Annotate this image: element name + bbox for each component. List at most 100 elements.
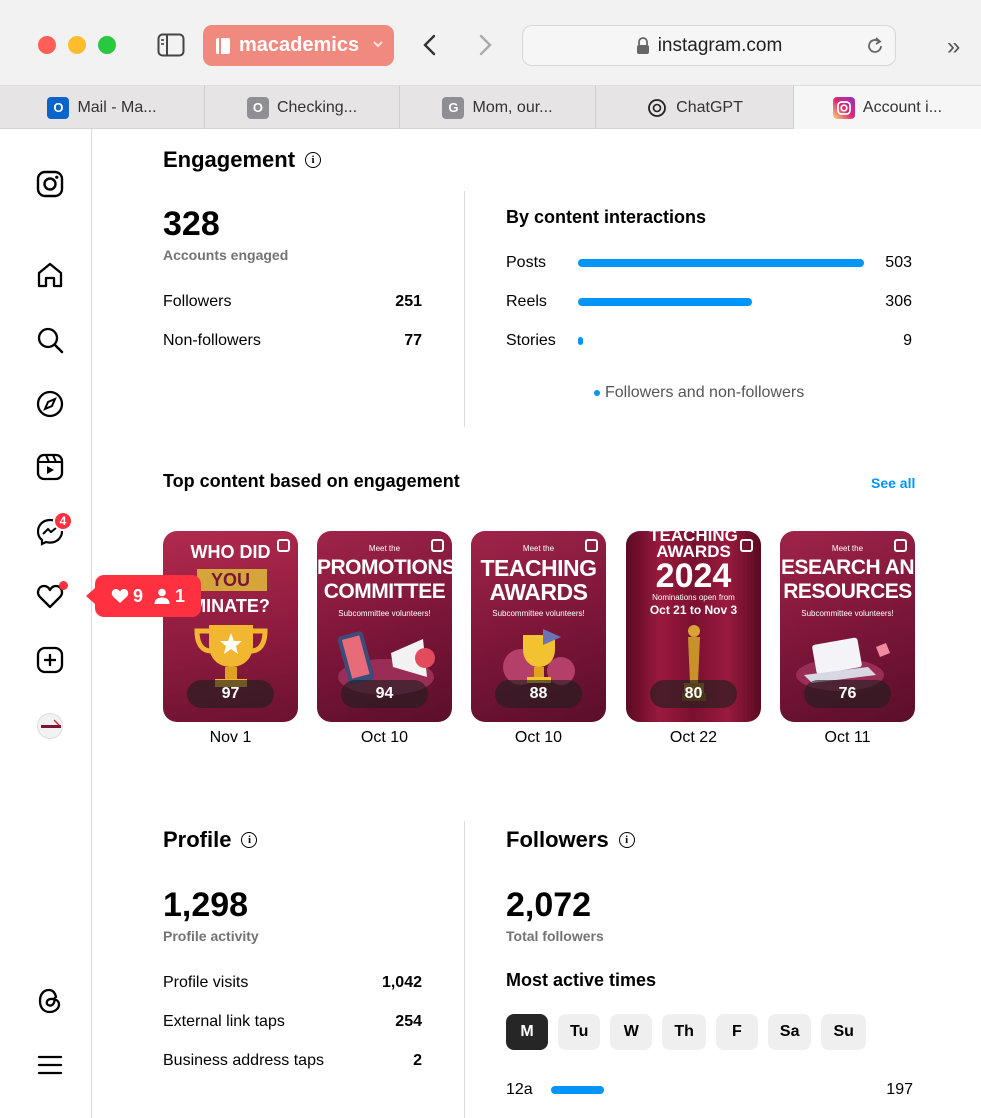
bar-fill bbox=[578, 337, 583, 345]
day-button-su[interactable]: Su bbox=[821, 1014, 866, 1050]
accounts-engaged-label: Accounts engaged bbox=[163, 247, 289, 263]
engagement-title: Engagement bbox=[163, 147, 296, 172]
create-plus-icon[interactable] bbox=[35, 645, 65, 675]
menu-icon[interactable] bbox=[35, 1050, 65, 1080]
card-title-line: AWARDS bbox=[489, 579, 588, 605]
top-content-card[interactable]: Meet the ESEARCH AN RESOURCES Subcommitt… bbox=[780, 531, 915, 722]
total-followers-label: Total followers bbox=[506, 928, 604, 944]
time-value: 197 bbox=[886, 1081, 913, 1098]
bar-category-label: Reels bbox=[506, 293, 547, 310]
profile-title: Profile bbox=[163, 827, 232, 852]
card-engagement-count: 97 bbox=[187, 680, 274, 708]
nonfollowers-value: 77 bbox=[404, 332, 422, 349]
back-icon[interactable] bbox=[420, 33, 440, 57]
card-title-line: 2024 bbox=[655, 557, 732, 595]
card-title-line: COMMITTEE bbox=[323, 580, 446, 603]
bar-track bbox=[578, 337, 864, 345]
row-label: Business address taps bbox=[163, 1052, 324, 1069]
zoom-window-button[interactable] bbox=[98, 36, 116, 54]
card-date: Nov 1 bbox=[209, 729, 252, 746]
reload-icon[interactable] bbox=[865, 36, 885, 56]
minimize-window-button[interactable] bbox=[68, 36, 86, 54]
business-address-taps-row: Business address taps 2 bbox=[163, 1052, 422, 1070]
day-button-sa[interactable]: Sa bbox=[767, 1014, 812, 1050]
day-button-f[interactable]: F bbox=[715, 1014, 758, 1050]
top-content-card[interactable]: Meet the TEACHING AWARDS Subcommittee vo… bbox=[471, 531, 606, 722]
tab-chatgpt[interactable]: ChatGPT bbox=[596, 86, 794, 129]
info-icon[interactable]: i bbox=[618, 832, 635, 848]
divider bbox=[464, 191, 465, 427]
bar-category-label: Posts bbox=[506, 254, 547, 271]
threads-icon[interactable] bbox=[35, 986, 65, 1016]
top-content-card[interactable]: WHO DID YOU MINATE? 97 bbox=[163, 531, 298, 722]
card-engagement-count: 76 bbox=[804, 680, 891, 708]
external-link-taps-row: External link taps 254 bbox=[163, 1013, 422, 1031]
home-icon[interactable] bbox=[35, 260, 65, 290]
bar-value-label: 306 bbox=[885, 293, 912, 310]
tab-mom[interactable]: G Mom, our... bbox=[400, 86, 596, 129]
forward-icon[interactable] bbox=[475, 33, 495, 57]
tab-label: ChatGPT bbox=[676, 98, 743, 116]
address-bar[interactable]: instagram.com bbox=[522, 25, 896, 66]
notification-tooltip[interactable]: 9 1 bbox=[86, 575, 201, 617]
outlook-icon: O bbox=[47, 96, 70, 119]
profile-label: macademics bbox=[239, 34, 360, 56]
day-button-tu[interactable]: Tu bbox=[558, 1014, 601, 1050]
card-date: Oct 11 bbox=[824, 729, 871, 746]
likes-count: 9 bbox=[132, 585, 143, 606]
bar-category-label: Stories bbox=[506, 332, 556, 349]
bar-fill bbox=[578, 298, 752, 306]
info-icon[interactable]: i bbox=[305, 152, 322, 168]
card-subtitle: Subcommittee volunteers! bbox=[801, 609, 894, 618]
interaction-bar-row: Reels 306 bbox=[506, 293, 912, 311]
profile-switcher[interactable]: macademics bbox=[203, 25, 394, 66]
tab-instagram[interactable]: Account i... bbox=[794, 86, 981, 129]
notification-dot bbox=[59, 581, 68, 590]
instagram-logo-icon[interactable] bbox=[35, 169, 65, 199]
day-button-th[interactable]: Th bbox=[662, 1014, 706, 1050]
card-date: Oct 22 bbox=[669, 729, 718, 746]
letter-o-icon: O bbox=[246, 96, 269, 119]
interaction-bar-row: Posts 503 bbox=[506, 254, 912, 272]
reel-indicator-icon bbox=[894, 539, 907, 552]
info-icon[interactable]: i bbox=[241, 832, 258, 848]
row-label: External link taps bbox=[163, 1013, 285, 1030]
top-content-title: Top content based on engagement bbox=[163, 471, 460, 491]
explore-compass-icon[interactable] bbox=[35, 389, 65, 419]
most-active-times-title: Most active times bbox=[506, 970, 657, 990]
followers-heading: Followers i bbox=[506, 827, 635, 853]
day-button-w[interactable]: W bbox=[610, 1014, 653, 1050]
chatgpt-icon bbox=[648, 98, 667, 117]
search-icon[interactable] bbox=[35, 325, 65, 355]
more-tabs-icon[interactable]: » bbox=[947, 33, 960, 61]
day-button-m[interactable]: M bbox=[506, 1014, 548, 1050]
bar-track bbox=[578, 259, 864, 267]
book-icon bbox=[216, 37, 230, 54]
card-engagement-count: 94 bbox=[341, 680, 428, 708]
tab-checking[interactable]: O Checking... bbox=[205, 86, 400, 129]
close-window-button[interactable] bbox=[38, 36, 56, 54]
reels-icon[interactable] bbox=[35, 452, 65, 482]
tab-label: Account i... bbox=[862, 98, 943, 116]
profile-visits-row: Profile visits 1,042 bbox=[163, 974, 422, 992]
bar-track bbox=[578, 298, 864, 306]
messages-badge: 4 bbox=[53, 511, 73, 531]
interactions-title: By content interactions bbox=[506, 207, 707, 227]
reel-indicator-icon bbox=[585, 539, 598, 552]
profile-avatar[interactable] bbox=[37, 713, 63, 739]
tab-mail[interactable]: O Mail - Ma... bbox=[0, 86, 205, 129]
followers-row: Followers 251 bbox=[163, 293, 422, 311]
see-all-link[interactable]: See all bbox=[871, 475, 915, 491]
followers-label: Followers bbox=[163, 293, 232, 310]
chevron-down-icon bbox=[373, 41, 383, 48]
sidebar-toggle-icon[interactable] bbox=[157, 33, 185, 57]
reel-indicator-icon bbox=[277, 539, 290, 552]
profile-activity-label: Profile activity bbox=[163, 928, 259, 944]
follows-count: 1 bbox=[175, 585, 186, 606]
top-content-card[interactable]: TEACHING AWARDS 2024 Nominations open fr… bbox=[626, 531, 761, 722]
nonfollowers-row: Non-followers 77 bbox=[163, 332, 422, 350]
avatar-logo-icon bbox=[41, 719, 61, 728]
card-title-line: RESOURCES bbox=[783, 580, 912, 603]
tab-label: Mom, our... bbox=[472, 98, 553, 116]
top-content-card[interactable]: Meet the PROMOTIONS COMMITTEE Subcommitt… bbox=[317, 531, 452, 722]
